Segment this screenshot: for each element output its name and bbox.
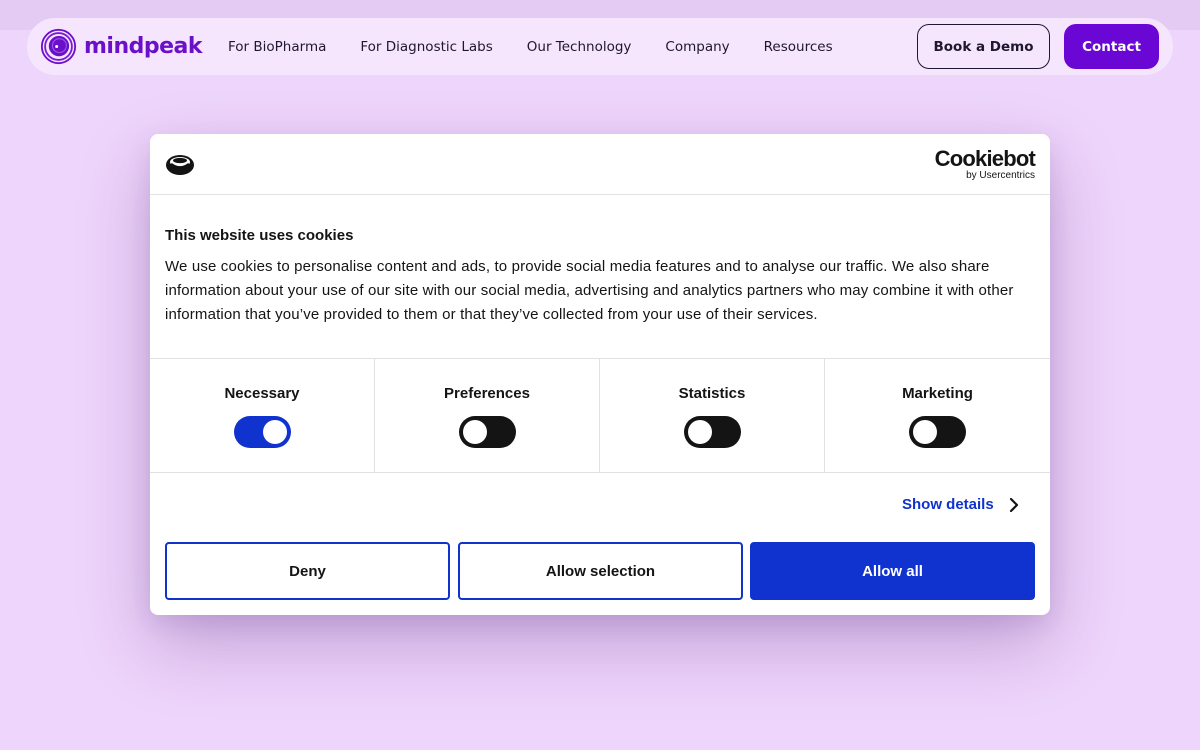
chevron-right-icon [1009,497,1018,512]
nav-item-company[interactable]: Company [665,39,729,55]
cookiebot-brand[interactable]: Cookiebot by Usercentrics [934,146,1036,182]
allow-all-button[interactable]: Allow all [750,542,1035,600]
cookiebot-subtitle: by Usercentrics [966,170,1035,181]
category-label: Marketing [902,385,973,402]
nav-item-diagnostic-labs[interactable]: For Diagnostic Labs [360,39,492,55]
marketing-toggle[interactable] [909,416,966,448]
cookie-icon [166,155,194,175]
nav-item-our-technology[interactable]: Our Technology [527,39,632,55]
mindpeak-logo-icon [40,28,77,65]
nav-item-resources[interactable]: Resources [764,39,833,55]
logo-text: mindpeak [84,34,203,59]
category-preferences: Preferences [375,359,600,472]
contact-button[interactable]: Contact [1064,24,1159,69]
dialog-actions: Deny Allow selection Allow all [165,542,1035,600]
main-nav: For BioPharma For Diagnostic Labs Our Te… [228,18,867,75]
toggle-knob [262,420,287,444]
necessary-toggle[interactable] [233,416,291,448]
cookie-consent-dialog: Cookiebot by Usercentrics This website u… [150,134,1050,615]
category-statistics: Statistics [600,359,825,472]
show-details-link[interactable]: Show details [902,496,1019,513]
toggle-knob [687,420,712,444]
dialog-header: Cookiebot by Usercentrics [150,134,1050,195]
nav-item-biopharma[interactable]: For BioPharma [228,39,326,55]
book-demo-button[interactable]: Book a Demo [917,24,1050,69]
show-details-label: Show details [902,496,994,513]
preferences-toggle[interactable] [458,416,516,448]
allow-selection-button[interactable]: Allow selection [458,542,743,600]
dialog-body-text: We use cookies to personalise content an… [165,258,1014,323]
toggle-knob [913,420,937,444]
category-label: Preferences [444,385,530,402]
category-label: Necessary [224,385,300,402]
dialog-title: This website uses cookies [165,227,354,244]
category-necessary: Necessary [150,359,375,472]
cookiebot-name: Cookiebot [934,146,1036,171]
category-marketing: Marketing [825,359,1050,472]
site-logo[interactable]: mindpeak [40,28,203,65]
site-header: mindpeak For BioPharma For Diagnostic La… [27,18,1173,75]
cookie-categories: Necessary Preferences Statistics Marketi… [150,358,1050,473]
toggle-knob [462,420,487,444]
deny-button[interactable]: Deny [165,542,450,600]
category-label: Statistics [678,385,746,402]
statistics-toggle[interactable] [683,416,741,448]
